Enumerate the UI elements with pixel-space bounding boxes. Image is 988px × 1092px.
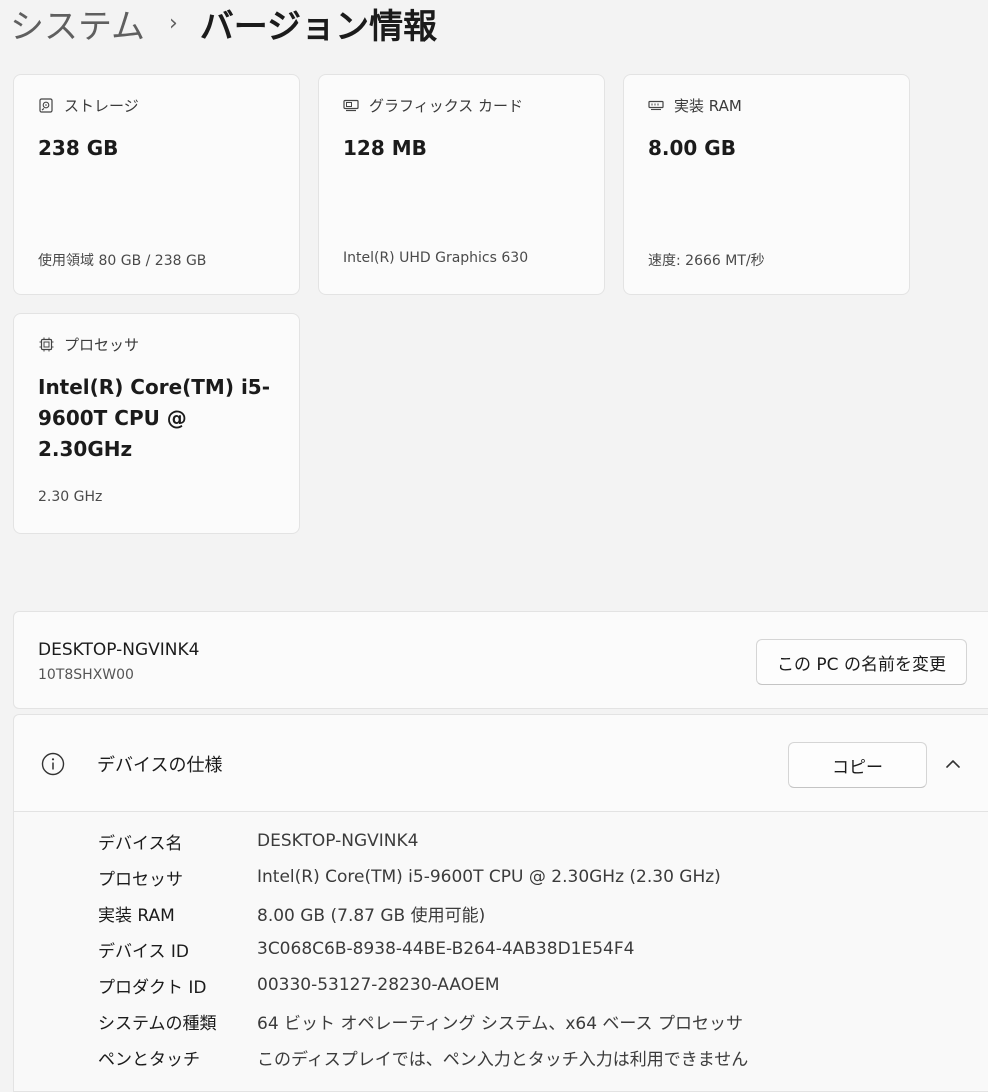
pc-name: DESKTOP-NGVINK4: [38, 640, 200, 660]
processor-card: プロセッサ Intel(R) Core(TM) i5-9600T CPU @ 2…: [13, 313, 300, 534]
breadcrumb-separator: ›: [168, 10, 178, 36]
memory-icon: [648, 98, 664, 114]
spec-label: プロダクト ID: [98, 977, 207, 998]
spec-label: デバイス ID: [98, 941, 189, 962]
info-icon: [41, 752, 65, 776]
spec-label: 実装 RAM: [98, 905, 175, 926]
graphics-card: グラフィックス カード 128 MB Intel(R) UHD Graphics…: [318, 74, 605, 295]
processor-value: Intel(R) Core(TM) i5-9600T CPU @ 2.30GHz: [38, 375, 271, 461]
processor-title: プロセッサ: [64, 336, 140, 354]
storage-card: ストレージ 238 GB 使用領域 80 GB / 238 GB: [13, 74, 300, 295]
ram-title: 実装 RAM: [674, 97, 742, 115]
spec-value: DESKTOP-NGVINK4: [257, 831, 419, 851]
processor-speed: 2.30 GHz: [38, 489, 103, 505]
spec-value: 00330-53127-28230-AAOEM: [257, 975, 500, 995]
ram-speed: 速度: 2666 MT/秒: [648, 253, 765, 269]
spec-label: システムの種類: [98, 1013, 217, 1034]
graphics-title: グラフィックス カード: [369, 97, 524, 115]
storage-usage: 使用領域 80 GB / 238 GB: [38, 253, 207, 269]
breadcrumb-system[interactable]: システム: [10, 0, 145, 48]
storage-value: 238 GB: [38, 136, 119, 160]
spec-value: Intel(R) Core(TM) i5-9600T CPU @ 2.30GHz…: [257, 867, 721, 887]
spec-label: プロセッサ: [98, 869, 183, 890]
spec-value: 8.00 GB (7.87 GB 使用可能): [257, 905, 486, 926]
ram-card: 実装 RAM 8.00 GB 速度: 2666 MT/秒: [623, 74, 910, 295]
chevron-up-icon[interactable]: [942, 753, 964, 775]
graphics-card-icon: [343, 98, 359, 114]
device-specs-header[interactable]: デバイスの仕様 コピー: [13, 714, 988, 812]
spec-value: 64 ビット オペレーティング システム、x64 ベース プロセッサ: [257, 1013, 743, 1034]
breadcrumb: システム › バージョン情報: [10, 0, 438, 48]
hard-drive-icon: [38, 98, 54, 114]
storage-title: ストレージ: [64, 97, 139, 115]
cpu-icon: [38, 337, 54, 353]
spec-value: 3C068C6B-8938-44BE-B264-4AB38D1E54F4: [257, 939, 635, 959]
pc-model: 10T8SHXW00: [38, 667, 134, 683]
rename-pc-button[interactable]: この PC の名前を変更: [756, 639, 967, 685]
spec-label: デバイス名: [98, 833, 183, 854]
ram-value: 8.00 GB: [648, 136, 736, 160]
spec-value: このディスプレイでは、ペン入力とタッチ入力は利用できません: [257, 1049, 749, 1070]
graphics-value: 128 MB: [343, 136, 427, 160]
spec-label: ペンとタッチ: [98, 1049, 200, 1070]
graphics-model: Intel(R) UHD Graphics 630: [343, 250, 529, 266]
page-title: バージョン情報: [199, 6, 438, 47]
device-specs-body: デバイス名 DESKTOP-NGVINK4 プロセッサ Intel(R) Cor…: [13, 812, 988, 1092]
pc-name-panel: DESKTOP-NGVINK4 10T8SHXW00 この PC の名前を変更: [13, 611, 988, 709]
device-specs-title: デバイスの仕様: [97, 755, 223, 776]
copy-button[interactable]: コピー: [788, 742, 927, 788]
